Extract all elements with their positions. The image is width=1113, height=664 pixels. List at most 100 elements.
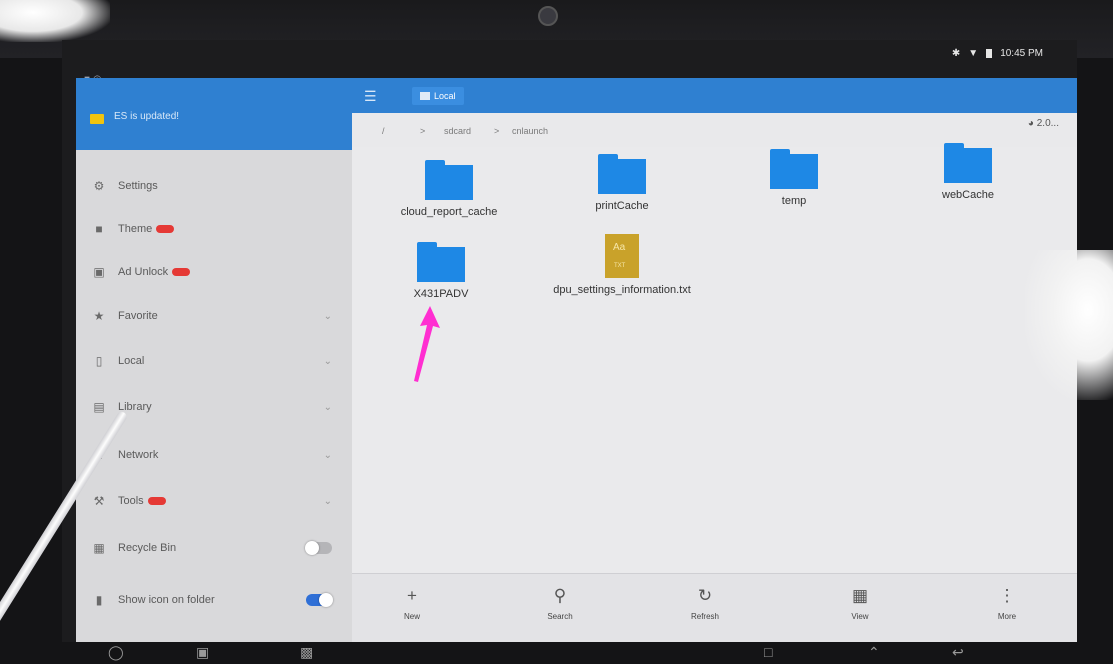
recent-apps-icon[interactable]: □ (764, 644, 772, 660)
star-icon: ★ (93, 309, 105, 323)
drawer-item-label: Network (118, 449, 159, 461)
annotation-arrow (414, 306, 440, 382)
folder-icon (420, 92, 430, 100)
drawer-item-local[interactable]: ▯ Local ⌄ (76, 341, 352, 381)
folder-item[interactable]: temp (719, 149, 869, 207)
drawer-item-label: Theme (118, 223, 153, 235)
file-name: dpu_settings_information.txt (553, 284, 691, 296)
wifi-icon: ▼ (968, 48, 979, 59)
refresh-icon: ↻ (697, 586, 713, 605)
new-button[interactable]: + New (372, 586, 452, 621)
clock: 10:45 PM (1000, 48, 1043, 59)
drawer-item-favorite[interactable]: ★ Favorite ⌄ (76, 296, 352, 336)
trash-icon: ▦ (93, 541, 105, 555)
text-file-icon: Aa TXT (605, 234, 639, 278)
folder-item[interactable]: X431PADV (366, 242, 516, 300)
lock-icon: ▣ (93, 265, 105, 279)
circle-icon[interactable]: ◯ (108, 644, 124, 661)
drawer-item-label: Favorite (118, 310, 158, 322)
breadcrumb: / > sdcard > cnlaunch ◕ 2.0... (352, 113, 1077, 147)
phone-icon: ▯ (95, 354, 103, 368)
drawer-item-network[interactable]: ▴ Network ⌄ (76, 435, 352, 475)
navigation-drawer: ES is updated! ⚙ Settings ■ Theme ▣ Ad U… (76, 78, 352, 642)
status-right: ✱ ▼ 10:45 PM (952, 48, 1043, 59)
folder-item[interactable]: cloud_report_cache (374, 160, 524, 218)
chevron-down-icon[interactable]: ⌄ (324, 356, 332, 367)
pie-chart-icon: ◕ (1027, 118, 1034, 129)
wrench-icon: ⚒ (93, 494, 105, 508)
android-nav-bar: ◯ ▣ ▩ □ ⌃ ↩ (0, 642, 1113, 664)
bluetooth-icon: ✱ (951, 48, 961, 59)
drawer-item-label: Show icon on folder (118, 594, 215, 606)
breadcrumb-separator: > (494, 126, 500, 136)
app-bar: ☰ Local (352, 78, 1077, 113)
update-notice[interactable]: ES is updated! (114, 111, 179, 122)
file-name: X431PADV (413, 288, 469, 300)
tab-label: Local (434, 91, 456, 101)
file-name: webCache (942, 189, 994, 201)
battery-icon (986, 49, 993, 58)
menu-icon[interactable]: ☰ (364, 88, 377, 105)
drawer-item-label: Local (118, 355, 145, 367)
folder-icon (417, 242, 465, 282)
drawer-item-settings[interactable]: ⚙ Settings (76, 166, 352, 206)
folder-icon (770, 149, 818, 189)
drawer-item-theme[interactable]: ■ Theme (76, 209, 352, 249)
storage-indicator[interactable]: ◕ 2.0... (1028, 118, 1059, 129)
front-camera (538, 6, 558, 26)
more-vertical-icon: ⋮ (998, 586, 1016, 605)
home-icon[interactable]: ⌃ (868, 644, 880, 661)
drawer-item-tools[interactable]: ⚒ Tools ⌄ (76, 481, 352, 521)
search-button[interactable]: ⚲ Search (520, 586, 600, 621)
back-icon[interactable]: ↩ (952, 644, 964, 661)
gear-icon: ⚙ (93, 179, 105, 193)
folder-icon: ▮ (95, 593, 103, 607)
plus-icon: + (407, 586, 417, 605)
chevron-down-icon[interactable]: ⌄ (324, 496, 332, 507)
folder-icon (425, 160, 473, 200)
new-badge (156, 225, 175, 233)
drawer-item-label: Ad Unlock (118, 266, 169, 278)
new-badge (172, 268, 191, 276)
file-list: cloud_report_cache printCache temp webCa… (352, 143, 1077, 573)
mail-icon (90, 114, 104, 124)
drawer-item-label: Settings (118, 180, 158, 192)
bottom-toolbar: + New ⚲ Search ↻ Refresh ▦ View ⋮ More (352, 573, 1077, 642)
file-name: printCache (595, 200, 649, 212)
light-glare (1025, 250, 1113, 400)
more-button[interactable]: ⋮ More (967, 586, 1047, 621)
drawer-item-ad-unlock[interactable]: ▣ Ad Unlock (76, 252, 352, 292)
chevron-down-icon[interactable]: ⌄ (324, 450, 332, 461)
show-icon-toggle[interactable] (306, 593, 333, 607)
shirt-icon: ■ (95, 222, 103, 236)
recycle-bin-toggle[interactable] (305, 541, 332, 555)
drawer-header: ES is updated! (76, 78, 352, 150)
view-button[interactable]: ▦ View (820, 586, 900, 621)
chevron-down-icon[interactable]: ⌄ (324, 402, 332, 413)
light-glare (0, 0, 110, 42)
new-badge (147, 497, 166, 505)
drawer-item-label: Recycle Bin (118, 542, 177, 554)
gallery-icon[interactable]: ▣ (196, 644, 209, 661)
search-icon: ⚲ (553, 586, 567, 605)
folder-icon (598, 154, 646, 194)
breadcrumb-sdcard[interactable]: sdcard (444, 126, 471, 136)
folder-item[interactable]: printCache (547, 154, 697, 212)
breadcrumb-root[interactable]: / (382, 126, 385, 136)
drawer-item-recycle-bin[interactable]: ▦ Recycle Bin (76, 528, 352, 568)
tablet-screen: ■ ◎ ✱ ▼ 10:45 PM ES is updated! ⚙ Settin… (62, 40, 1077, 642)
printer-icon[interactable]: ▩ (300, 644, 313, 661)
file-item[interactable]: Aa TXT dpu_settings_information.txt (522, 234, 722, 296)
status-bar: ■ ◎ ✱ ▼ 10:45 PM (62, 40, 1077, 85)
file-name: cloud_report_cache (400, 206, 498, 218)
breadcrumb-cnlaunch[interactable]: cnlaunch (512, 126, 548, 136)
breadcrumb-separator: > (420, 126, 426, 136)
library-icon: ▤ (93, 400, 105, 414)
refresh-button[interactable]: ↻ Refresh (665, 586, 745, 621)
storage-value: 2.0... (1036, 118, 1059, 129)
chevron-down-icon[interactable]: ⌄ (324, 311, 332, 322)
drawer-item-label: Tools (118, 495, 144, 507)
folder-item[interactable]: webCache (893, 143, 1043, 201)
tab-local[interactable]: Local (412, 87, 464, 105)
drawer-item-show-icon-on-folder[interactable]: ▮ Show icon on folder (76, 580, 352, 620)
